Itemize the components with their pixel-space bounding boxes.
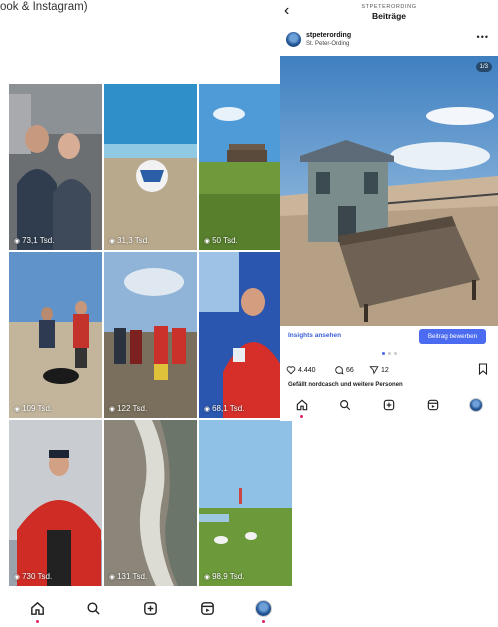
view-count: ◉ 98,9 Tsd. — [204, 572, 245, 581]
view-insights-link[interactable]: Insights ansehen — [288, 332, 341, 339]
avatar[interactable] — [286, 32, 301, 47]
carousel-dot — [381, 352, 385, 355]
reels-icon[interactable] — [426, 398, 440, 412]
more-options-icon[interactable]: ••• — [477, 32, 489, 42]
caption-text: ook & Instagram) — [0, 1, 88, 13]
reel-tile-2[interactable]: ◉ 31,3 Tsd. — [104, 84, 197, 250]
view-count: ◉ 31,3 Tsd. — [109, 236, 150, 245]
home-icon[interactable] — [295, 398, 309, 418]
eye-icon: ◉ — [204, 405, 211, 413]
post-screen: ‹ STPETERORDING Beiträge stpeterording S… — [280, 0, 498, 421]
reel-thumbnail — [104, 420, 197, 586]
avatar — [255, 600, 273, 617]
view-count: ◉ 122 Tsd. — [109, 404, 148, 413]
reel-thumbnail — [199, 84, 292, 250]
promote-post-button[interactable]: Beitrag bewerben — [419, 329, 486, 344]
reel-thumbnail — [104, 84, 197, 250]
notification-dot — [262, 620, 266, 623]
view-count: ◉ 50 Tsd. — [204, 236, 238, 245]
add-icon[interactable] — [382, 398, 396, 412]
bookmark-icon[interactable] — [478, 363, 488, 378]
reel-tile-4[interactable]: ◉ 109 Tsd. — [9, 252, 102, 418]
reel-thumbnail — [199, 420, 292, 586]
home-icon[interactable] — [29, 600, 46, 623]
post-header: stpeterording St. Peter-Ording ••• — [280, 30, 498, 52]
search-icon[interactable] — [85, 600, 102, 617]
eye-icon: ◉ — [109, 573, 116, 581]
view-count: ◉ 131 Tsd. — [109, 572, 148, 581]
carousel-counter: 1/3 — [475, 62, 492, 72]
eye-icon: ◉ — [14, 237, 21, 245]
eye-icon: ◉ — [14, 405, 21, 413]
comment-count: 66 — [346, 366, 354, 374]
post-location[interactable]: St. Peter-Ording — [306, 41, 349, 47]
carousel-dot — [393, 352, 397, 355]
page-title: Beiträge — [371, 11, 406, 21]
post-actions: 4.440 66 12 — [280, 363, 498, 380]
insights-row: Insights ansehen Beitrag bewerben — [280, 327, 498, 347]
reel-tile-9[interactable]: ◉ 98,9 Tsd. — [199, 420, 292, 586]
heart-icon — [286, 366, 296, 375]
bottom-nav — [280, 398, 498, 418]
share-count: 12 — [381, 366, 389, 374]
reel-thumbnail — [199, 252, 292, 418]
notification-dot — [35, 620, 39, 623]
share-icon — [369, 366, 379, 375]
reel-tile-6[interactable]: ◉ 68,1 Tsd. — [199, 252, 292, 418]
reel-tile-8[interactable]: ◉ 131 Tsd. — [104, 420, 197, 586]
reel-thumbnail — [104, 252, 197, 418]
eye-icon: ◉ — [14, 573, 21, 581]
liked-by-text[interactable]: Gefällt nordcasch und weitere Personen — [288, 382, 403, 388]
reels-grid: ◉ 73,1 Tsd. ◉ 31,3 Tsd. ◉ 50 Tsd. ◉ 109 … — [9, 84, 292, 592]
view-count: ◉ 109 Tsd. — [14, 404, 53, 413]
share-action[interactable]: 12 — [369, 365, 389, 375]
like-count: 4.440 — [298, 366, 316, 374]
eye-icon: ◉ — [109, 405, 116, 413]
profile-avatar[interactable] — [469, 398, 484, 412]
eye-icon: ◉ — [204, 573, 211, 581]
reel-thumbnail — [9, 84, 102, 250]
carousel-dot — [387, 352, 391, 355]
carousel-indicator — [280, 352, 498, 355]
like-action[interactable]: 4.440 — [286, 365, 316, 375]
view-count: ◉ 73,1 Tsd. — [14, 236, 55, 245]
top-bar: ‹ STPETERORDING Beiträge — [280, 0, 498, 28]
reel-thumbnail — [9, 420, 102, 586]
post-image[interactable]: 1/3 — [280, 56, 498, 326]
eye-icon: ◉ — [109, 237, 116, 245]
reel-tile-5[interactable]: ◉ 122 Tsd. — [104, 252, 197, 418]
add-icon[interactable] — [142, 600, 159, 617]
post-photo — [280, 56, 498, 326]
notification-dot — [300, 415, 304, 418]
reel-tile-1[interactable]: ◉ 73,1 Tsd. — [9, 84, 102, 250]
comment-icon — [335, 366, 344, 375]
account-handle-header: STPETERORDING — [361, 4, 417, 10]
eye-icon: ◉ — [204, 237, 211, 245]
reel-thumbnail — [9, 252, 102, 418]
comment-action[interactable]: 66 — [334, 365, 354, 375]
view-count: ◉ 68,1 Tsd. — [204, 404, 245, 413]
view-count: ◉ 730 Tsd. — [14, 572, 53, 581]
bottom-nav — [9, 600, 292, 623]
search-icon[interactable] — [338, 398, 352, 412]
reels-grid-screen: ◉ 73,1 Tsd. ◉ 31,3 Tsd. ◉ 50 Tsd. ◉ 109 … — [9, 84, 292, 627]
profile-avatar[interactable] — [255, 600, 273, 623]
reel-tile-3[interactable]: ◉ 50 Tsd. — [199, 84, 292, 250]
reel-tile-7[interactable]: ◉ 730 Tsd. — [9, 420, 102, 586]
reels-icon[interactable] — [199, 600, 216, 617]
avatar — [469, 398, 484, 412]
account-name[interactable]: stpeterording — [306, 32, 351, 39]
